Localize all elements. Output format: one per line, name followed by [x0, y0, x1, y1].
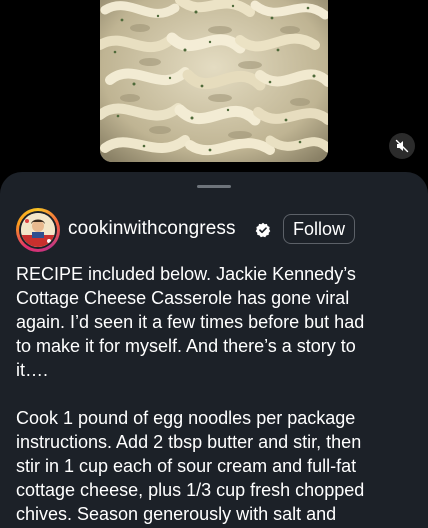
verified-badge-icon — [255, 222, 271, 238]
username[interactable]: cookinwithcongress — [68, 218, 236, 240]
caption-sheet: cookinwithcongress Follow RECIPE include… — [0, 172, 428, 528]
follow-button[interactable]: Follow — [283, 214, 355, 244]
caption-paragraph: Cook 1 pound of egg noodles per package … — [16, 408, 365, 524]
sheet-grabber[interactable] — [197, 185, 231, 188]
mute-icon — [395, 139, 409, 153]
post-media[interactable] — [100, 0, 328, 162]
avatar-image — [21, 213, 55, 247]
caption-paragraph: RECIPE included below. Jackie Kennedy’s … — [16, 264, 365, 380]
casserole-photo — [100, 0, 328, 162]
profile-picture-icon — [21, 213, 55, 247]
mute-button[interactable] — [389, 133, 415, 159]
reel-screen: cookinwithcongress Follow RECIPE include… — [0, 0, 428, 528]
post-caption: RECIPE included below. Jackie Kennedy’s … — [16, 262, 416, 526]
profile-row: cookinwithcongress Follow — [16, 208, 412, 252]
avatar[interactable] — [16, 208, 60, 252]
